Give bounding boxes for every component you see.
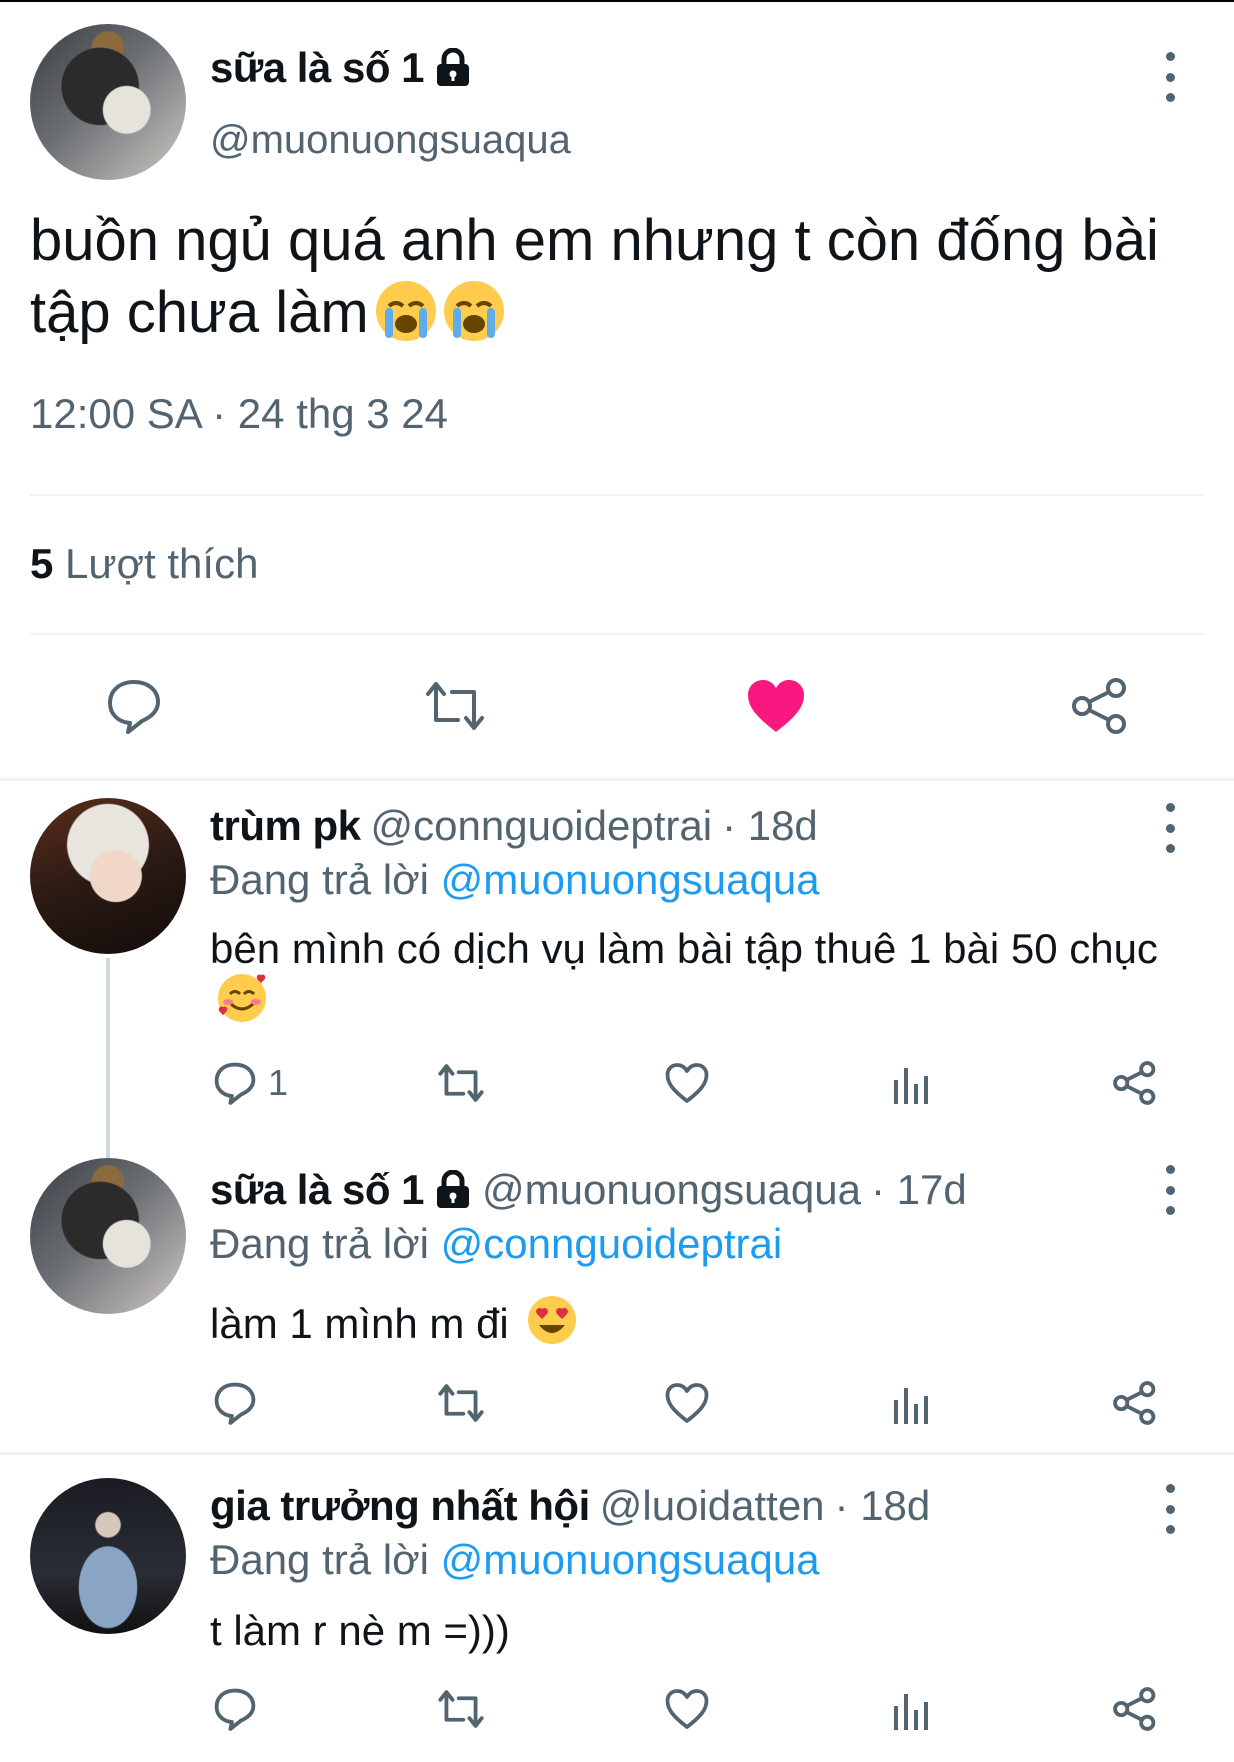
views-icon — [894, 1388, 928, 1424]
reply-body: làm 1 mình m đi — [210, 1300, 509, 1347]
lock-icon — [434, 47, 472, 88]
reply-age: · 17d — [870, 1166, 967, 1213]
replying-to: Đang trả lời @connguoideptrai — [210, 1220, 782, 1268]
reply-header[interactable]: sữa là số 1 @muonuongsuaqua · 17d — [210, 1166, 967, 1214]
like-button[interactable] — [746, 678, 806, 734]
reply-header[interactable]: trùm pk @connguoideptrai · 18d — [210, 802, 818, 850]
display-name[interactable]: sữa là số 1 — [210, 44, 472, 92]
handle: @luoidatten — [599, 1482, 825, 1529]
more-options-icon[interactable] — [1158, 1484, 1182, 1534]
retweet-button[interactable] — [434, 1686, 488, 1732]
reply-button[interactable] — [104, 676, 164, 736]
handle: @muonuongsuaqua — [482, 1166, 861, 1213]
reply-icon — [214, 1688, 256, 1731]
replying-to-link[interactable]: @muonuongsuaqua — [441, 1536, 820, 1583]
reply-age: · 18d — [722, 802, 818, 849]
replying-to-link[interactable]: @muonuongsuaqua — [441, 856, 820, 903]
share-icon — [1113, 1687, 1156, 1731]
reply-icon — [108, 680, 160, 734]
reply-count: 1 — [268, 1062, 289, 1103]
share-button[interactable] — [1112, 1060, 1158, 1106]
heart-eyes-icon — [526, 1294, 578, 1346]
share-icon — [1113, 1061, 1156, 1105]
display-name: gia trưởng nhất hội — [210, 1482, 590, 1529]
heart-outline-icon — [665, 1383, 709, 1423]
replying-label: Đang trả lời — [210, 1536, 429, 1583]
share-button[interactable] — [1112, 1380, 1158, 1426]
section-separator — [0, 778, 1234, 781]
divider — [30, 633, 1204, 635]
replying-label: Đang trả lời — [210, 856, 429, 903]
section-separator — [0, 1452, 1234, 1455]
heart-outline-icon — [665, 1063, 709, 1103]
reply-body: bên mình có dịch vụ làm bài tập thuê 1 b… — [210, 925, 1158, 972]
retweet-button[interactable] — [434, 1380, 488, 1426]
tweet-text: buồn ngủ quá anh em nhưng t còn đống bài… — [30, 205, 1210, 349]
likes-label: Lượt thích — [65, 540, 259, 587]
avatar[interactable] — [30, 798, 186, 954]
replying-to: Đang trả lời @muonuongsuaqua — [210, 1536, 820, 1584]
retweet-icon — [438, 1690, 484, 1728]
crying-face-icon — [443, 280, 505, 342]
reply-age: · 18d — [834, 1482, 931, 1529]
retweet-icon — [426, 682, 484, 730]
avatar[interactable] — [30, 1158, 186, 1314]
views-button[interactable] — [890, 1382, 934, 1426]
replying-to-link[interactable]: @connguoideptrai — [441, 1220, 783, 1267]
replying-label: Đang trả lời — [210, 1220, 429, 1267]
heart-outline-icon — [665, 1689, 709, 1729]
reply-header[interactable]: gia trưởng nhất hội @luoidatten · 18d — [210, 1482, 930, 1530]
views-icon — [894, 1068, 928, 1104]
views-button[interactable] — [890, 1062, 934, 1106]
display-name-text: sữa là số 1 — [210, 44, 425, 91]
like-button[interactable] — [664, 1062, 710, 1104]
more-options-icon[interactable] — [1158, 803, 1182, 853]
views-button[interactable] — [890, 1688, 934, 1732]
display-name: trùm pk — [210, 802, 361, 849]
crying-face-icon — [375, 280, 437, 342]
smiling-face-with-hearts-icon — [216, 972, 268, 1024]
reply-icon — [214, 1382, 256, 1425]
reply-icon — [214, 1062, 256, 1105]
reply-button[interactable]: 1 — [212, 1060, 288, 1106]
more-options-icon[interactable] — [1158, 1165, 1182, 1215]
handle[interactable]: @muonuongsuaqua — [210, 118, 571, 163]
handle: @connguoideptrai — [370, 802, 713, 849]
reply-text: bên mình có dịch vụ làm bài tập thuê 1 b… — [210, 926, 1170, 1025]
views-icon — [894, 1694, 928, 1730]
tweet-body: buồn ngủ quá anh em nhưng t còn đống bài… — [30, 208, 1159, 345]
retweet-button[interactable] — [434, 1060, 488, 1106]
reply-text: t làm r nè m =))) — [210, 1608, 1170, 1654]
likes-count[interactable]: 5 Lượt thích — [30, 540, 258, 588]
retweet-button[interactable] — [420, 676, 490, 736]
share-button[interactable] — [1112, 1686, 1158, 1732]
lock-icon — [434, 1169, 472, 1210]
replying-to: Đang trả lời @muonuongsuaqua — [210, 856, 820, 904]
reply-text: làm 1 mình m đi — [210, 1294, 1170, 1347]
reply-body: t làm r nè m =))) — [210, 1607, 510, 1654]
like-button[interactable] — [664, 1688, 710, 1730]
reply-button[interactable] — [212, 1686, 258, 1732]
divider — [30, 494, 1204, 496]
like-button[interactable] — [664, 1382, 710, 1424]
retweet-icon — [438, 1064, 484, 1102]
avatar[interactable] — [30, 1478, 186, 1634]
share-icon — [1113, 1381, 1156, 1425]
heart-filled-icon — [748, 680, 804, 732]
display-name: sữa là số 1 — [210, 1166, 425, 1213]
thread-connector — [106, 958, 110, 1158]
reply-button[interactable] — [212, 1380, 258, 1426]
more-options-icon[interactable] — [1158, 52, 1182, 102]
retweet-icon — [438, 1384, 484, 1422]
share-button[interactable] — [1070, 676, 1130, 736]
share-icon — [1072, 678, 1126, 734]
timestamp[interactable]: 12:00 SA · 24 thg 3 24 — [30, 390, 448, 438]
avatar[interactable] — [30, 24, 186, 180]
main-tweet: sữa là số 1 @muonuongsuaqua buồn ngủ quá… — [0, 0, 1234, 780]
likes-number: 5 — [30, 540, 54, 587]
